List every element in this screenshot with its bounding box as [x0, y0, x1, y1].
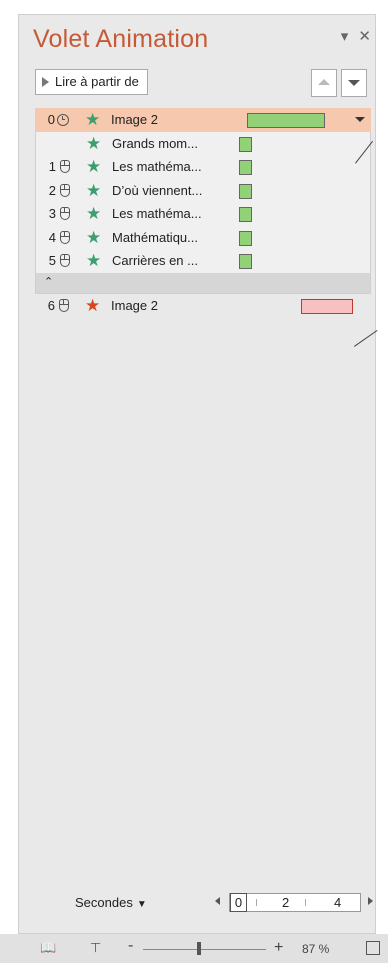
animation-order: 5 [48, 253, 56, 268]
timing-bar[interactable] [239, 254, 252, 269]
animation-pane: Volet Animation ▾ ✕ Lire à partir de 0 ★… [18, 14, 376, 934]
pane-options-button[interactable]: ▾ [341, 27, 349, 45]
scroll-right-icon[interactable] [368, 897, 373, 905]
star-icon: ★ [86, 251, 102, 270]
chevron-down-icon[interactable] [355, 117, 365, 122]
chevron-down-icon: ▼ [136, 899, 147, 910]
animation-order: 4 [48, 229, 56, 245]
animation-order: 2 [48, 182, 56, 198]
star-icon: ★ [85, 110, 101, 129]
move-down-button[interactable] [341, 69, 367, 97]
clock-icon [57, 114, 69, 126]
animation-item[interactable]: 2 ★ D’où viennent... [36, 179, 370, 203]
timeline-label: 2 [282, 895, 290, 910]
animation-list: 0 ★ Image 2 ★ Grands mom... 1 ★ Les math… [35, 108, 371, 317]
zoom-out-button[interactable]: - [128, 937, 133, 955]
animation-label: Mathématiqu... [112, 229, 198, 245]
mouse-icon [60, 207, 70, 220]
pane-title: Volet Animation [33, 25, 209, 53]
book-icon[interactable]: 📖 [40, 941, 56, 955]
animation-label: Les mathéma... [112, 206, 202, 221]
animation-item[interactable]: ★ Grands mom... [36, 132, 370, 156]
star-icon: ★ [86, 180, 102, 200]
animation-order: 0 [47, 112, 55, 127]
timeline-label: 4 [334, 895, 342, 910]
animation-item[interactable]: 3 ★ Les mathéma... [36, 202, 370, 226]
fit-slide-icon[interactable] [366, 941, 380, 955]
animation-label: D’où viennent... [112, 182, 203, 198]
arrow-up-icon [318, 79, 330, 85]
animation-item[interactable]: 0 ★ Image 2 [35, 108, 371, 132]
animation-label: Carrières en ... [112, 253, 198, 268]
play-icon [42, 76, 49, 87]
star-icon: ★ [86, 227, 102, 247]
mouse-icon [60, 254, 70, 267]
collapse-icon[interactable]: ⌃ [44, 276, 53, 288]
animation-order: 3 [48, 206, 56, 221]
animation-item[interactable]: 5 ★ Carrières en ... [36, 249, 370, 273]
timeline-start: 0 [230, 893, 247, 912]
move-up-button[interactable] [311, 69, 337, 97]
play-from-label: Lire à partir de [55, 74, 139, 89]
timing-bar[interactable] [301, 298, 353, 314]
pane-controls: ▾ ✕ [335, 27, 371, 45]
animation-order: 6 [47, 297, 55, 313]
timeline-tick [305, 899, 306, 906]
mouse-icon [59, 298, 69, 312]
star-icon: ★ [86, 204, 102, 223]
arrow-down-icon [348, 80, 360, 86]
zoom-slider-thumb[interactable] [197, 942, 201, 955]
mouse-icon [60, 183, 70, 197]
timeline-unit-dropdown[interactable]: Secondes ▼ [75, 895, 147, 910]
animation-item[interactable]: 4 ★ Mathématiqu... [36, 226, 370, 250]
zoom-slider[interactable] [143, 949, 266, 950]
animation-label: Grands mom... [112, 135, 198, 151]
mouse-icon [60, 160, 70, 173]
timing-bar[interactable] [239, 183, 252, 199]
star-icon: ★ [86, 133, 102, 153]
timeline: Secondes ▼ 0 2 4 [35, 891, 373, 915]
presenter-icon[interactable]: ⊤ [90, 941, 101, 955]
timing-bar[interactable] [247, 113, 325, 128]
play-from-button[interactable]: Lire à partir de [35, 69, 148, 95]
mouse-icon [60, 230, 70, 244]
timeline-tick [256, 899, 257, 906]
status-bar: 📖 ⊤ - + 87 % [0, 934, 388, 963]
star-icon: ★ [86, 157, 102, 176]
star-icon: ★ [85, 295, 101, 315]
timing-bar[interactable] [239, 207, 252, 222]
timeline-track[interactable]: 0 2 4 [229, 893, 361, 912]
animation-order: 1 [48, 159, 56, 174]
timeline-unit-label: Secondes [75, 895, 133, 910]
animation-label: Image 2 [111, 112, 158, 127]
animation-item[interactable]: 6 ★ Image 2 [35, 294, 371, 318]
scroll-left-icon[interactable] [215, 897, 220, 905]
animation-label: Image 2 [111, 297, 158, 313]
collapse-group-bar[interactable]: ⌃ [36, 272, 370, 293]
timing-bar[interactable] [239, 160, 252, 175]
timing-bar[interactable] [239, 230, 252, 246]
zoom-in-button[interactable]: + [274, 939, 283, 957]
animation-group: ★ Grands mom... 1 ★ Les mathéma... 2 ★ D… [35, 131, 371, 294]
animation-label: Les mathéma... [112, 159, 202, 174]
zoom-level[interactable]: 87 % [302, 942, 329, 956]
timing-bar[interactable] [239, 136, 252, 152]
close-pane-button[interactable]: ✕ [358, 27, 371, 45]
animation-item[interactable]: 1 ★ Les mathéma... [36, 155, 370, 179]
